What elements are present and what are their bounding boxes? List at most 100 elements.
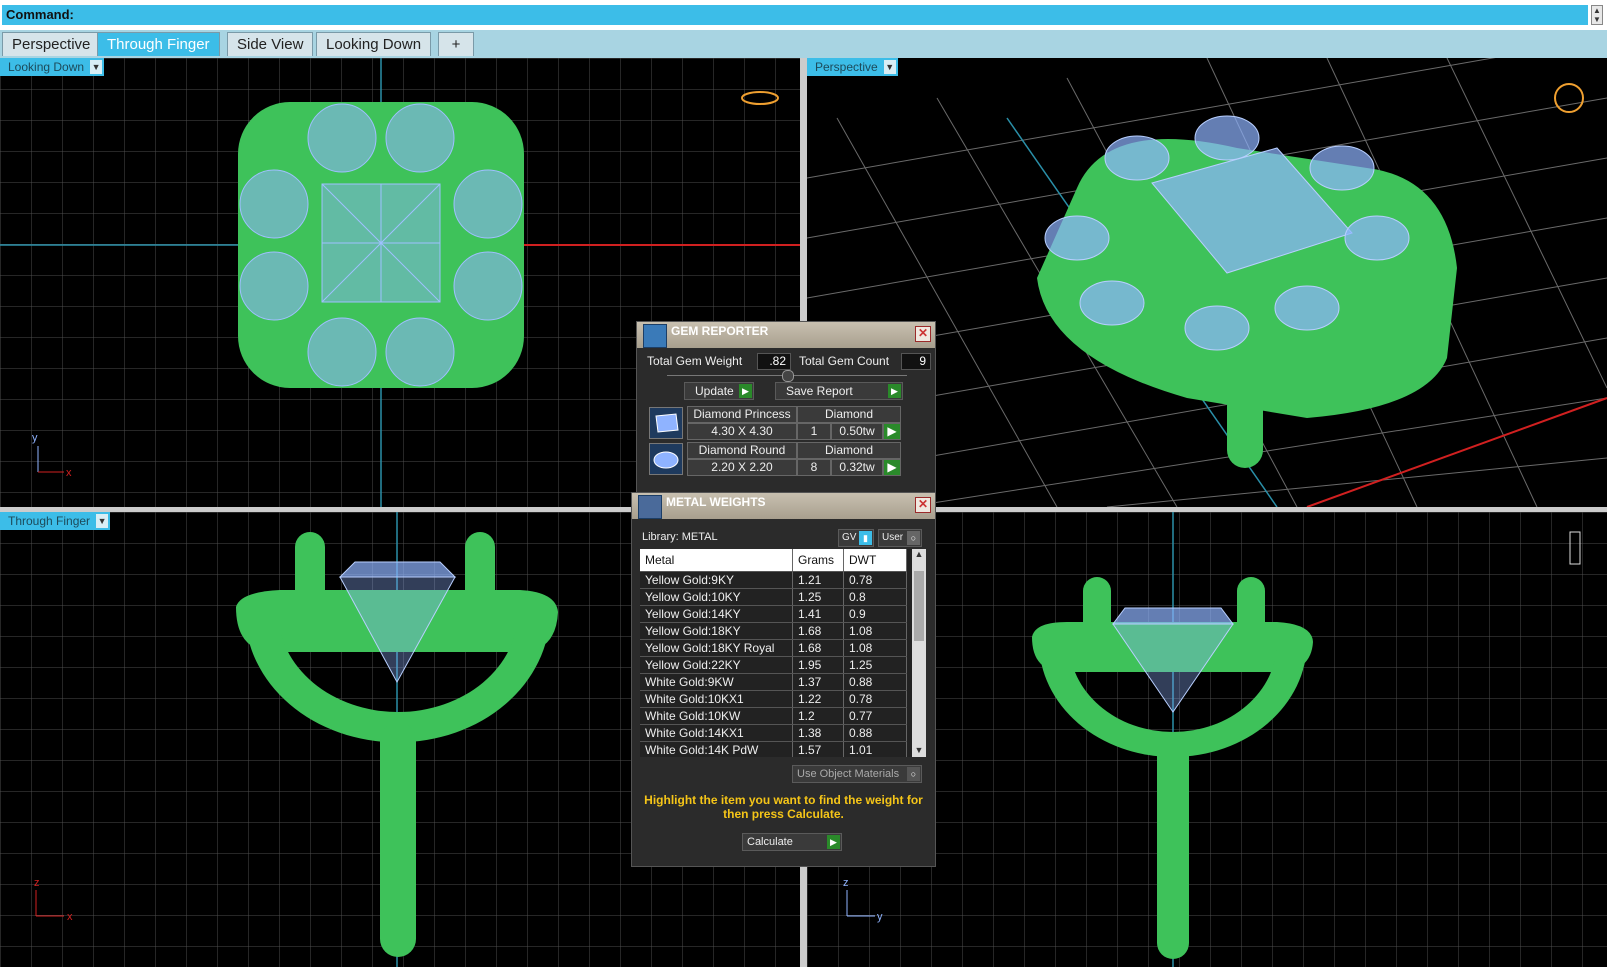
table-row[interactable]: Yellow Gold:9KY 1.21 0.78 (640, 571, 907, 589)
column-header-grams[interactable]: Grams (792, 549, 844, 572)
round-diamond-icon (649, 443, 683, 475)
table-row[interactable]: White Gold:14KX1 1.38 0.88 (640, 724, 907, 742)
collapse-handle-icon[interactable] (782, 370, 794, 382)
gem-material: Diamond (797, 442, 901, 459)
table-row[interactable]: Yellow Gold:10KY 1.25 0.8 (640, 588, 907, 606)
axis-y-label-side: y (877, 911, 883, 923)
command-line[interactable]: Command: (2, 5, 1588, 25)
play-icon: ▶ (888, 384, 901, 398)
gem-name: Diamond Princess (687, 406, 797, 423)
viewport-label-perspective[interactable]: Perspective ▼ (807, 58, 898, 76)
metal-name-cell: Yellow Gold:10KY (640, 588, 793, 606)
gem-size: 2.20 X 2.20 (687, 459, 797, 476)
gem-detail-play-icon[interactable]: ▶ (883, 423, 901, 440)
tab-through-finger[interactable]: Through Finger (97, 32, 220, 56)
play-icon: ▶ (827, 835, 840, 849)
grams-cell: 1.41 (792, 605, 844, 623)
table-row[interactable]: White Gold:14K PdW 1.57 1.01 (640, 741, 907, 757)
table-row[interactable]: Yellow Gold:18KY Royal 1.68 1.08 (640, 639, 907, 657)
table-row[interactable]: Yellow Gold:22KY 1.95 1.25 (640, 656, 907, 674)
gem-size: 4.30 X 4.30 (687, 423, 797, 440)
gv-toggle[interactable]: GV ▮ (838, 529, 874, 547)
metal-weights-titlebar[interactable]: METAL WEIGHTS ✕ (632, 493, 935, 519)
gem-weight: 0.32tw (831, 459, 883, 476)
library-label: Library: METAL (642, 531, 718, 543)
scroll-up-icon[interactable]: ▲ (913, 549, 925, 561)
gem-name: Diamond Round (687, 442, 797, 459)
grams-cell: 1.37 (792, 673, 844, 691)
table-row[interactable]: White Gold:10KX1 1.22 0.78 (640, 690, 907, 708)
tab-side-view[interactable]: Side View (227, 32, 314, 56)
calculate-hint-text: Highlight the item you want to find the … (644, 793, 923, 821)
gem-reporter-titlebar[interactable]: GEM REPORTER ✕ (637, 322, 935, 348)
dwt-cell: 1.08 (843, 622, 907, 640)
play-icon: ▶ (739, 384, 752, 398)
gem-reporter-title: GEM REPORTER (671, 324, 769, 338)
toggle-icon: ○ (907, 531, 920, 545)
table-row[interactable]: Yellow Gold:18KY 1.68 1.08 (640, 622, 907, 640)
gem-row[interactable]: Diamond Round Diamond 2.20 X 2.20 8 0.32… (649, 442, 905, 476)
user-toggle[interactable]: User ○ (878, 529, 922, 547)
grams-cell: 1.25 (792, 588, 844, 606)
update-button[interactable]: Update ▶ (684, 382, 754, 400)
chevron-down-icon[interactable]: ▼ (96, 514, 109, 528)
use-object-materials-toggle[interactable]: Use Object Materials ○ (792, 765, 922, 783)
save-report-button[interactable]: Save Report ▶ (775, 382, 903, 400)
close-icon[interactable]: ✕ (915, 326, 931, 342)
metal-name-cell: White Gold:14K PdW (640, 741, 793, 757)
grams-cell: 1.21 (792, 571, 844, 589)
metal-name-cell: Yellow Gold:18KY Royal (640, 639, 793, 657)
calculate-button[interactable]: Calculate ▶ (742, 833, 842, 851)
axis-z-label-side: z (843, 877, 849, 889)
gem-detail-play-icon[interactable]: ▶ (883, 459, 901, 476)
column-header-dwt[interactable]: DWT (843, 549, 907, 572)
axis-y-label: y (32, 432, 38, 444)
chevron-down-icon[interactable]: ▼ (90, 60, 103, 74)
dwt-cell: 0.78 (843, 571, 907, 589)
gem-reporter-panel: GEM REPORTER ✕ Total Gem Weight .82 Tota… (636, 321, 936, 493)
metal-name-cell: White Gold:14KX1 (640, 724, 793, 742)
scrollbar-thumb[interactable] (914, 571, 924, 641)
dwt-cell: 0.88 (843, 673, 907, 691)
dwt-cell: 1.01 (843, 741, 907, 757)
metal-table: Metal Grams DWT Yellow Gold:9KY 1.21 0.78 Y… (640, 549, 907, 757)
gem-weight: 0.50tw (831, 423, 883, 440)
close-icon[interactable]: ✕ (915, 497, 931, 513)
metal-name-cell: White Gold:10KX1 (640, 690, 793, 708)
table-row[interactable]: White Gold:9KW 1.37 0.88 (640, 673, 907, 691)
table-header: Metal Grams DWT (640, 549, 907, 572)
gem-count: 8 (797, 459, 831, 476)
grams-cell: 1.68 (792, 622, 844, 640)
axis-z-label: z (34, 877, 40, 889)
metal-weights-icon (638, 495, 662, 519)
tab-looking-down[interactable]: Looking Down (316, 32, 432, 56)
viewport-label-through-finger[interactable]: Through Finger ▼ (0, 512, 111, 530)
view-cube-icon-perspective[interactable] (1554, 83, 1584, 113)
table-row[interactable]: Yellow Gold:14KY 1.41 0.9 (640, 605, 907, 623)
table-row[interactable]: White Gold:10KW 1.2 0.77 (640, 707, 907, 725)
scroll-down-icon[interactable]: ▼ (913, 745, 925, 757)
metal-table-scrollbar[interactable]: ▲ ▼ (912, 549, 926, 757)
column-header-metal[interactable]: Metal (640, 549, 793, 572)
toggle-icon: ▮ (859, 531, 872, 545)
dwt-cell: 0.78 (843, 690, 907, 708)
grams-cell: 1.68 (792, 639, 844, 657)
dwt-cell: 0.9 (843, 605, 907, 623)
metal-weights-title: METAL WEIGHTS (666, 495, 766, 509)
metal-name-cell: Yellow Gold:9KY (640, 571, 793, 589)
gem-row[interactable]: Diamond Princess Diamond 4.30 X 4.30 1 0… (649, 406, 905, 440)
add-view-tab-button[interactable]: + (438, 32, 474, 56)
dwt-cell: 1.08 (843, 639, 907, 657)
metal-table-container[interactable]: Metal Grams DWT Yellow Gold:9KY 1.21 0.78 Y… (640, 549, 912, 757)
command-label: Command: (6, 7, 74, 22)
gem-reporter-icon (643, 324, 667, 348)
viewport-label-looking-down[interactable]: Looking Down ▼ (0, 58, 105, 76)
tab-perspective[interactable]: Perspective (2, 32, 101, 56)
gem-count: 1 (797, 423, 831, 440)
chevron-down-icon[interactable]: ▼ (883, 60, 896, 74)
command-scroll-arrows[interactable]: ▲ ▼ (1591, 5, 1603, 25)
total-gem-weight-label: Total Gem Weight (647, 354, 743, 368)
dwt-cell: 0.77 (843, 707, 907, 725)
axis-x-label: x (66, 467, 72, 479)
total-gem-count-label: Total Gem Count (799, 354, 890, 368)
